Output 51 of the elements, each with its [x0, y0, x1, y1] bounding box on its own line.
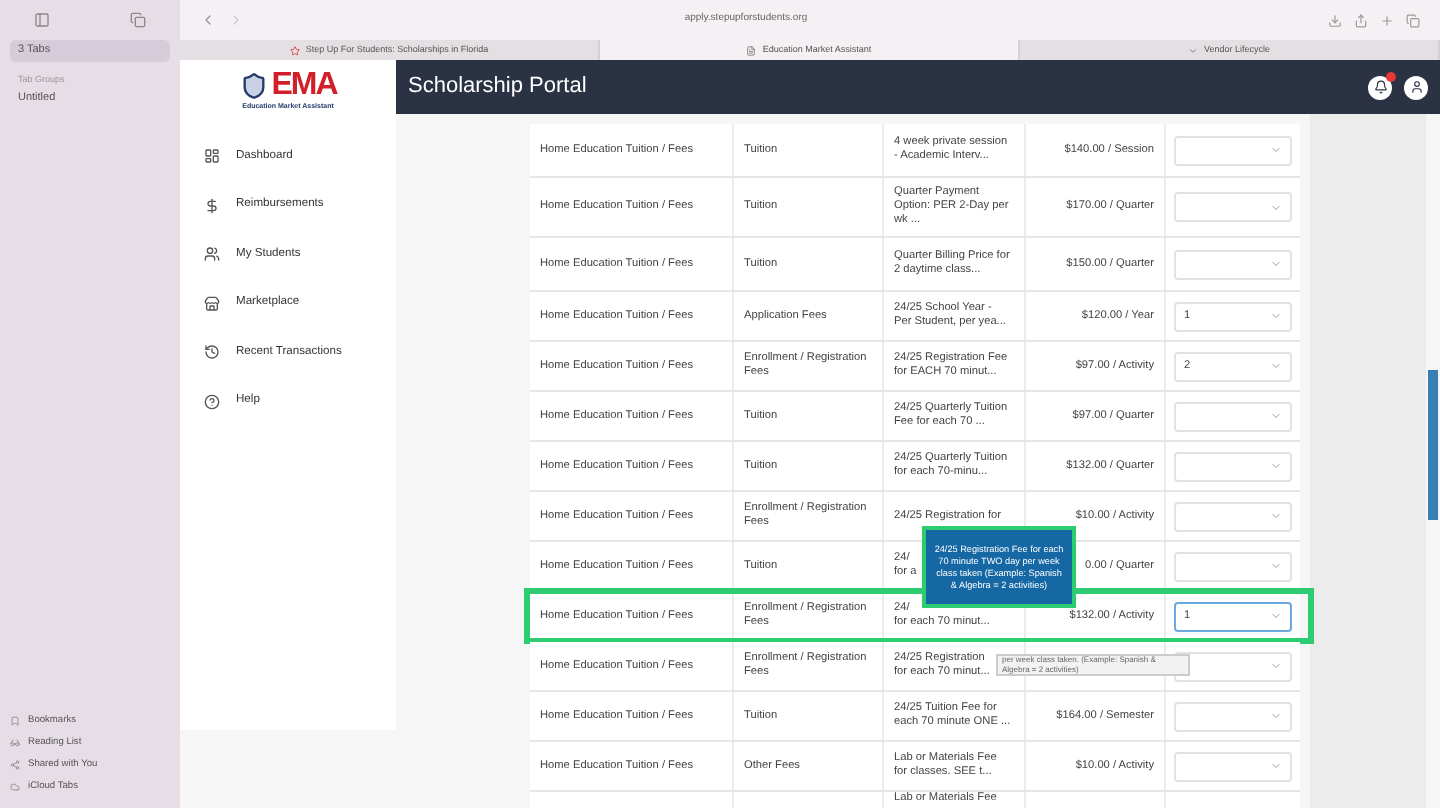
quantity-select[interactable]: [1174, 401, 1292, 431]
chevron-down-icon: [1270, 410, 1282, 422]
help-icon: [204, 393, 220, 409]
chevron-down-icon: [1270, 460, 1282, 472]
bookmark-icon: [10, 716, 20, 726]
dashboard-icon: [204, 148, 220, 164]
portal-title: Scholarship Portal: [408, 72, 587, 103]
shared-icon: [10, 760, 20, 770]
side-tab[interactable]: [1428, 370, 1438, 520]
cloud-icon: [10, 782, 20, 792]
notification-button[interactable]: [1368, 75, 1392, 99]
user-icon: [1409, 80, 1423, 94]
quantity-select[interactable]: [1174, 701, 1292, 731]
chevron-down-icon: [1270, 258, 1282, 270]
dollar-icon: [204, 197, 220, 213]
quantity-select[interactable]: [1174, 249, 1292, 279]
chevron-down-icon: [1270, 310, 1282, 322]
quantity-select[interactable]: [1174, 551, 1292, 581]
students-icon: [204, 246, 220, 262]
star-icon: [289, 45, 300, 55]
sidebar-toggle-icon[interactable]: [34, 12, 50, 28]
quantity-select[interactable]: [1174, 135, 1292, 165]
chevron-down-icon: [1270, 510, 1282, 522]
quantity-select[interactable]: [1174, 651, 1292, 681]
quantity-select[interactable]: [1174, 192, 1292, 222]
chevron-down-icon: [1270, 560, 1282, 572]
chevron-down-icon: [1270, 144, 1282, 156]
chevron-down-icon: [1270, 760, 1282, 772]
chevron-down-icon: [1187, 45, 1198, 55]
shield-icon: [239, 72, 268, 100]
document-icon: [746, 45, 757, 55]
bell-icon: [1373, 80, 1387, 94]
glasses-icon: [10, 738, 20, 748]
forward-icon[interactable]: [228, 12, 244, 28]
account-button[interactable]: [1404, 75, 1428, 99]
chevron-down-icon: [1270, 660, 1282, 672]
new-tab-icon[interactable]: [1380, 13, 1394, 27]
chevron-down-icon: [1270, 710, 1282, 722]
tabs-icon[interactable]: [1406, 13, 1420, 27]
chevron-down-icon: [1270, 360, 1282, 372]
download-icon[interactable]: [1328, 13, 1342, 27]
chevron-down-icon: [1270, 610, 1282, 622]
history-icon: [204, 344, 220, 360]
quantity-select[interactable]: [1174, 451, 1292, 481]
chevron-down-icon: [1270, 201, 1282, 213]
tabs-overview-icon[interactable]: [130, 12, 146, 28]
back-icon[interactable]: [200, 12, 216, 28]
quantity-select[interactable]: [1174, 751, 1292, 781]
quantity-select[interactable]: [1174, 501, 1292, 531]
share-icon[interactable]: [1354, 13, 1368, 27]
store-icon: [204, 295, 220, 311]
